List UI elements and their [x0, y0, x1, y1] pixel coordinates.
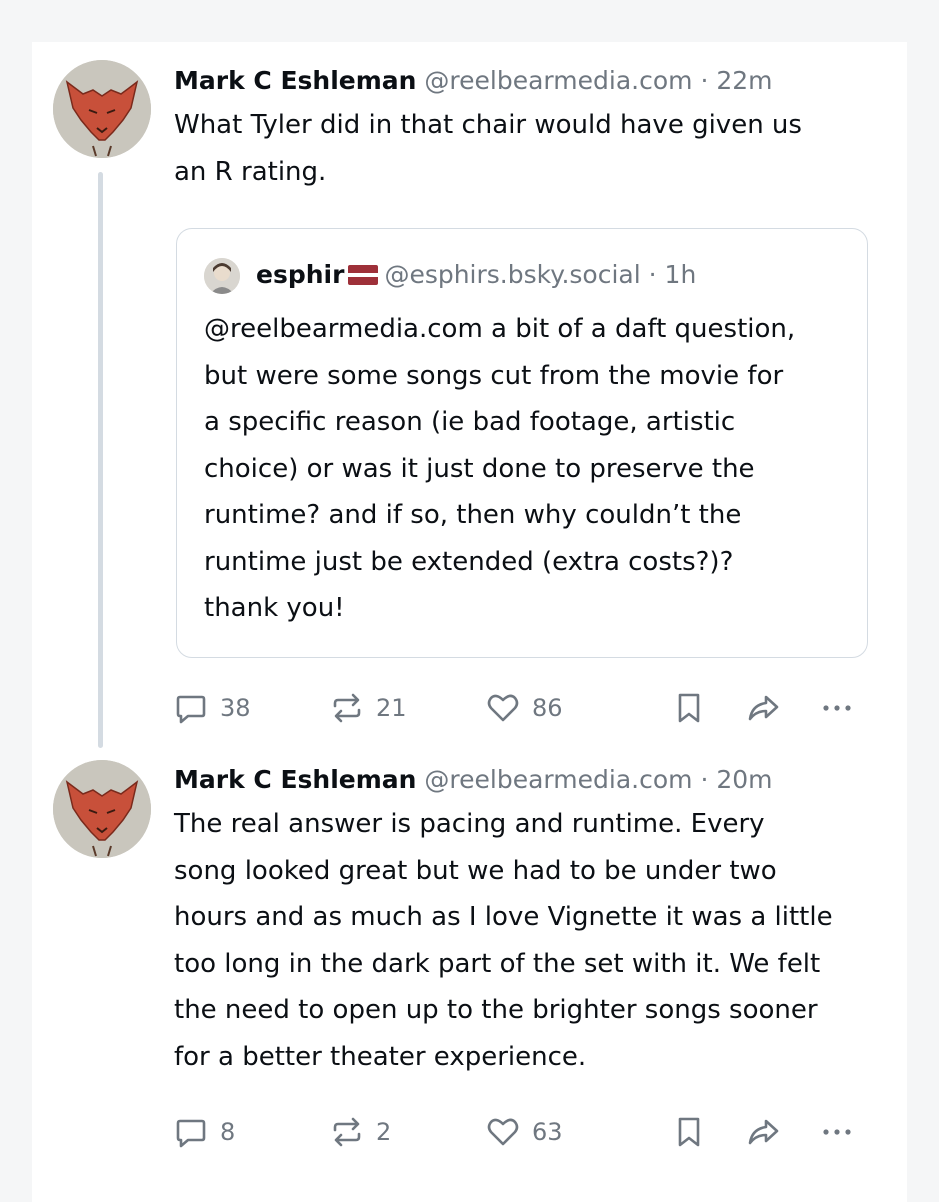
latvia-flag-icon	[348, 265, 379, 285]
author-name[interactable]: Mark C Eshleman	[174, 765, 416, 794]
repost-icon	[333, 1117, 361, 1147]
repost-count: 2	[376, 1118, 392, 1146]
avatar[interactable]	[53, 760, 151, 858]
separator-dot: ·	[700, 66, 709, 95]
share-button[interactable]	[746, 1112, 780, 1152]
quote-text-line: but were some songs cut from the movie f…	[204, 360, 784, 391]
quote-text-line: runtime just be extended (extra costs?)?	[204, 546, 734, 577]
repost-button[interactable]: 2	[330, 1112, 391, 1152]
separator-dot: ·	[648, 260, 657, 289]
quote-author-handle[interactable]: @esphirs.bsky.social	[384, 260, 640, 289]
share-icon	[748, 1119, 779, 1145]
post-text-line: for a better theater experience.	[174, 1041, 587, 1072]
more-options-button[interactable]	[820, 1112, 854, 1152]
bookmark-button[interactable]	[672, 1112, 706, 1152]
reply-icon	[176, 1119, 206, 1148]
quote-text-line: a specific reason (ie bad footage, artis…	[204, 407, 736, 437]
screenshot: Mark C Eshleman @reelbearmedia.com · 22m…	[0, 0, 939, 1202]
reply-count: 38	[220, 694, 251, 722]
author-handle[interactable]: @reelbearmedia.com	[424, 66, 692, 95]
more-icon	[823, 1129, 851, 1135]
quote-header: esphir @esphirs.bsky.social · 1h	[256, 258, 696, 292]
repost-count: 21	[376, 694, 407, 722]
repost-icon	[333, 693, 361, 723]
fox-avatar-icon	[53, 60, 151, 158]
reply-button[interactable]: 38	[174, 688, 251, 728]
quote-text-line: choice) or was it just done to preserve …	[204, 453, 755, 484]
post-text: What Tyler did in that chair would have …	[174, 102, 874, 195]
post-text-line: an R rating.	[174, 156, 327, 187]
quote-avatar[interactable]	[204, 258, 240, 294]
quote-author-name[interactable]: esphir	[256, 260, 344, 289]
reply-count: 8	[220, 1118, 236, 1146]
share-icon	[748, 695, 779, 721]
more-options-button[interactable]	[820, 688, 854, 728]
share-button[interactable]	[746, 688, 780, 728]
thread-connector-line	[98, 172, 103, 748]
bookmark-button[interactable]	[672, 688, 706, 728]
fox-avatar-icon	[53, 760, 151, 858]
post-header: Mark C Eshleman @reelbearmedia.com · 22m	[174, 64, 874, 98]
avatar[interactable]	[53, 60, 151, 158]
reply-button[interactable]: 8	[174, 1112, 235, 1152]
post-text-line: hours and as much as I love Vignette it …	[174, 902, 833, 932]
post-text-line: the need to open up to the brighter song…	[174, 995, 818, 1025]
post-text-line: The real answer is pacing and runtime. E…	[174, 809, 765, 839]
like-count: 86	[532, 694, 563, 722]
author-handle[interactable]: @reelbearmedia.com	[424, 765, 692, 794]
post-text-line: too long in the dark part of the set wit…	[174, 948, 821, 979]
author-name[interactable]: Mark C Eshleman	[174, 66, 416, 95]
person-avatar-icon	[204, 258, 240, 294]
like-button[interactable]: 63	[486, 1112, 563, 1152]
like-icon	[487, 694, 519, 722]
quote-text-line: thank you!	[204, 593, 345, 623]
bookmark-icon	[678, 1117, 700, 1147]
post-text-line: What Tyler did in that chair would have …	[174, 110, 802, 140]
quote-text-line: @reelbearmedia.com a bit of a daft quest…	[204, 314, 796, 344]
quote-time[interactable]: 1h	[665, 260, 697, 289]
more-icon	[823, 705, 851, 711]
post-text-line: song looked great but we had to be under…	[174, 855, 777, 886]
post-actions: 38 21 86	[174, 688, 864, 728]
reply-icon	[176, 695, 206, 724]
post[interactable]: Mark C Eshleman @reelbearmedia.com · 20m…	[174, 763, 874, 1080]
repost-button[interactable]: 21	[330, 688, 407, 728]
like-count: 63	[532, 1118, 563, 1146]
like-icon	[487, 1118, 519, 1146]
post-time[interactable]: 22m	[716, 66, 772, 95]
post-time[interactable]: 20m	[716, 765, 772, 794]
like-button[interactable]: 86	[486, 688, 563, 728]
post[interactable]: Mark C Eshleman @reelbearmedia.com · 22m…	[174, 64, 874, 195]
post-header: Mark C Eshleman @reelbearmedia.com · 20m	[174, 763, 874, 797]
post-text: The real answer is pacing and runtime. E…	[174, 801, 874, 1080]
quote-text: @reelbearmedia.com a bit of a daft quest…	[204, 306, 844, 632]
bookmark-icon	[678, 693, 700, 723]
post-actions: 8 2 63	[174, 1112, 864, 1152]
quote-text-line: runtime? and if so, then why couldn’t th…	[204, 500, 742, 530]
separator-dot: ·	[700, 765, 709, 794]
